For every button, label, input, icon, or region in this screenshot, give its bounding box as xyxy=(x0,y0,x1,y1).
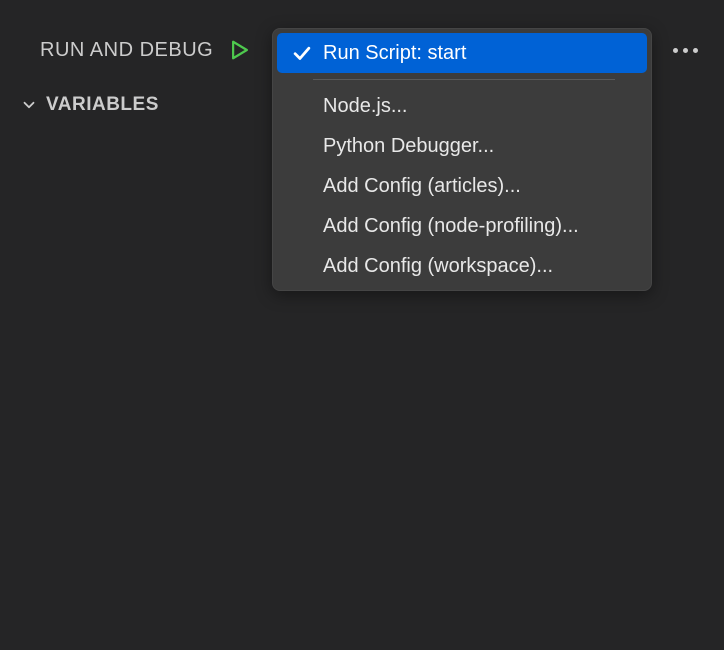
dot-icon xyxy=(673,48,678,53)
dropdown-item-add-config-articles[interactable]: Add Config (articles)... xyxy=(277,166,647,206)
dropdown-item-nodejs[interactable]: Node.js... xyxy=(277,86,647,126)
debug-config-dropdown: Run Script: start Node.js... Python Debu… xyxy=(272,28,652,291)
start-debug-button[interactable] xyxy=(225,35,255,65)
dropdown-item-add-config-node-profiling[interactable]: Add Config (node-profiling)... xyxy=(277,206,647,246)
dropdown-item-label: Add Config (workspace)... xyxy=(323,255,553,278)
dropdown-item-label: Run Script: start xyxy=(323,42,466,65)
dropdown-item-add-config-workspace[interactable]: Add Config (workspace)... xyxy=(277,246,647,286)
dropdown-item-label: Add Config (node-profiling)... xyxy=(323,215,579,238)
dropdown-item-selected[interactable]: Run Script: start xyxy=(277,33,647,73)
more-actions-button[interactable] xyxy=(667,42,704,59)
dropdown-item-label: Node.js... xyxy=(323,95,407,118)
dropdown-separator xyxy=(313,79,615,80)
dot-icon xyxy=(683,48,688,53)
dropdown-item-label: Python Debugger... xyxy=(323,135,494,158)
dropdown-item-python-debugger[interactable]: Python Debugger... xyxy=(277,126,647,166)
dot-icon xyxy=(693,48,698,53)
play-icon xyxy=(229,39,251,61)
dropdown-item-label: Add Config (articles)... xyxy=(323,175,521,198)
section-title: VARIABLES xyxy=(46,94,159,116)
panel-title: RUN AND DEBUG xyxy=(40,39,213,62)
chevron-down-icon xyxy=(20,96,38,114)
check-icon xyxy=(291,42,313,64)
